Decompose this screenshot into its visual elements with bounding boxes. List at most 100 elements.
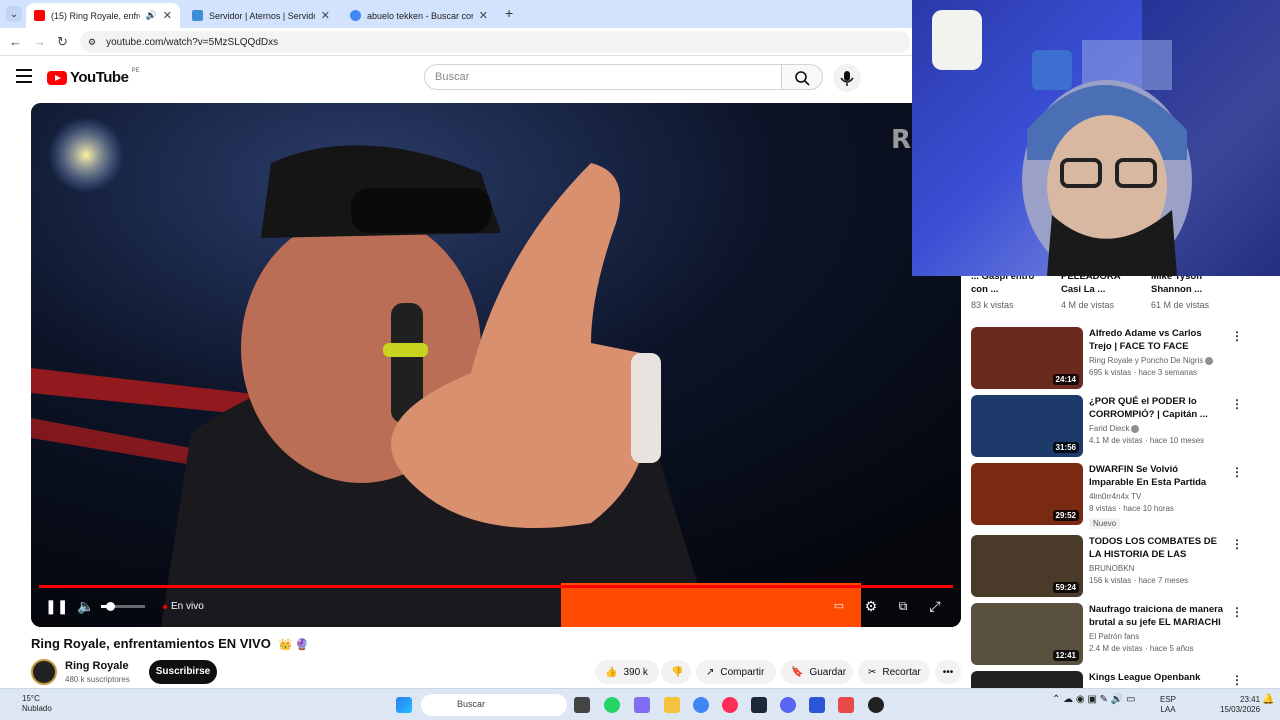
more-options-icon[interactable]: ⋮ xyxy=(1231,397,1243,411)
video-thumbnail[interactable] xyxy=(971,671,1083,688)
search-input[interactable]: Buscar xyxy=(424,64,782,90)
whatsapp-icon[interactable] xyxy=(604,697,620,713)
verified-icon xyxy=(1131,424,1140,433)
recommendation-title[interactable]: Naufrago traiciona de manera brutal a su… xyxy=(1089,603,1224,629)
recommendation-channel[interactable]: BRUNOBKN xyxy=(1089,564,1224,573)
opera-icon[interactable] xyxy=(722,697,738,713)
start-icon[interactable] xyxy=(396,697,412,713)
recommendation-card[interactable]: 31:56 ¿POR QUÉ el PODER lo CORROMPIÓ? | … xyxy=(971,395,1251,459)
file-explorer-icon[interactable] xyxy=(664,697,680,713)
share-icon: ↗ xyxy=(706,666,715,678)
more-options-icon[interactable]: ⋮ xyxy=(1231,465,1243,479)
text-app-icon[interactable] xyxy=(838,697,854,713)
reload-icon[interactable]: ↻ xyxy=(57,34,68,50)
video-thumbnail[interactable]: 24:14 xyxy=(971,327,1083,389)
clip-button[interactable]: ✂ Recortar xyxy=(858,660,930,684)
short-item[interactable]: ... Gaspi entró con ... 83 k vistas xyxy=(971,270,1051,310)
tab-aternos[interactable]: Servidor | Aternos | Servidor de ✕ xyxy=(184,3,338,28)
duration-badge: 59:24 xyxy=(1052,582,1079,593)
recording-app-icon[interactable] xyxy=(868,697,884,713)
recommendation-channel[interactable]: 4lm0rr4n4x TV xyxy=(1089,492,1224,501)
subscribe-button[interactable]: Suscribirse xyxy=(149,660,217,684)
subtitles-icon[interactable]: ▭ xyxy=(831,598,847,614)
share-button[interactable]: ↗ Compartir xyxy=(696,660,776,684)
back-icon[interactable]: ← xyxy=(9,34,22,49)
pause-icon[interactable]: ❚❚ xyxy=(45,598,68,614)
recommendation-title[interactable]: TODOS LOS COMBATES DE LA HISTORIA DE LAS… xyxy=(1089,535,1224,561)
voice-search-button[interactable] xyxy=(833,64,861,92)
dislike-button[interactable]: 👎 xyxy=(661,660,691,684)
channel-name[interactable]: Ring Royale xyxy=(65,660,129,672)
weather-widget[interactable]: 15°C Nublado xyxy=(22,694,52,714)
chrome-icon[interactable] xyxy=(693,697,709,713)
logo-text: YouTube xyxy=(70,69,129,86)
progress-bar[interactable] xyxy=(39,585,953,588)
volume-icon[interactable]: 🔈 xyxy=(77,598,94,614)
video-thumbnail[interactable]: 12:41 xyxy=(971,603,1083,665)
close-tab-icon[interactable]: ✕ xyxy=(163,9,172,22)
miniplayer-icon[interactable]: ⧉ xyxy=(895,598,911,614)
video-player[interactable]: R ❚❚ 🔈 En vivo ▭ ⚙ ⧉ ⤢ xyxy=(31,103,961,627)
recommendation-card[interactable]: 59:24 TODOS LOS COMBATES DE LA HISTORIA … xyxy=(971,535,1251,599)
tray-icons[interactable]: ⌃ ☁ ◉ ▣ ✎ 🔊 ▭ xyxy=(1052,695,1136,705)
site-info-icon[interactable]: ⚙ xyxy=(88,37,96,48)
recommendation-card[interactable]: 12:41 Naufrago traiciona de manera bruta… xyxy=(971,603,1251,667)
subscriber-count: 480 k suscriptores xyxy=(65,675,130,684)
task-view-icon[interactable] xyxy=(574,697,590,713)
volume-slider[interactable] xyxy=(101,602,145,611)
url-field[interactable]: ⚙ youtube.com/watch?v=5MzSLQQdDxs xyxy=(80,31,910,53)
notifications-icon[interactable]: 🔔 xyxy=(1262,695,1274,705)
recommendation-card[interactable]: 29:52 DWARFIN Se Volvió Imparable En Est… xyxy=(971,463,1251,529)
share-label: Compartir xyxy=(720,666,765,678)
forward-icon[interactable]: → xyxy=(33,34,46,49)
like-count: 390 k xyxy=(623,666,648,678)
copilot-icon[interactable] xyxy=(634,697,650,713)
recommendation-card[interactable]: Kings League Openbank ⋮ xyxy=(971,671,1251,688)
recommendation-channel[interactable]: Ring Royale y Poncho De Nigris xyxy=(1089,356,1203,365)
tab-title: abuelo tekken - Buscar con Goo xyxy=(367,10,473,21)
short-item[interactable]: Mike Tyson Shannon ... 61 M de vistas xyxy=(1151,270,1231,310)
tab-google[interactable]: abuelo tekken - Buscar con Goo ✕ xyxy=(342,3,496,28)
short-item[interactable]: PELEADORA Casi La ... 4 M de vistas xyxy=(1061,270,1141,310)
steam-icon[interactable] xyxy=(751,697,767,713)
search-button[interactable] xyxy=(781,64,823,90)
video-thumbnail[interactable]: 29:52 xyxy=(971,463,1083,525)
recommendation-title[interactable]: Kings League Openbank xyxy=(1089,671,1224,684)
recommendation-card[interactable]: 24:14 Alfredo Adame vs Carlos Trejo | FA… xyxy=(971,327,1251,391)
keyboard-layout: LAA xyxy=(1160,705,1176,714)
video-thumbnail[interactable]: 59:24 xyxy=(971,535,1083,597)
app-icon[interactable] xyxy=(809,697,825,713)
webcam-overlay xyxy=(912,0,1280,276)
save-button[interactable]: 🔖 Guardar xyxy=(781,660,853,684)
recommendation-channel[interactable]: El Patrón fans xyxy=(1089,632,1224,641)
more-options-icon[interactable]: ⋮ xyxy=(1231,673,1243,687)
video-thumbnail[interactable]: 31:56 xyxy=(971,395,1083,457)
more-options-icon[interactable]: ⋮ xyxy=(1231,537,1243,551)
recommendation-title[interactable]: Alfredo Adame vs Carlos Trejo | FACE TO … xyxy=(1089,327,1224,353)
language-indicator[interactable]: ESP LAA xyxy=(1160,695,1176,715)
recommendation-title[interactable]: DWARFIN Se Volvió Imparable En Esta Part… xyxy=(1089,463,1224,489)
menu-icon[interactable] xyxy=(16,69,32,83)
settings-icon[interactable]: ⚙ xyxy=(863,598,879,614)
more-options-icon[interactable]: ⋮ xyxy=(1231,329,1243,343)
short-views: 61 M de vistas xyxy=(1151,300,1210,310)
clock[interactable]: 23:41 15/03/2026 xyxy=(1220,695,1260,715)
tab-search-icon[interactable]: ⌄ xyxy=(6,6,22,22)
channel-avatar[interactable] xyxy=(31,659,57,685)
taskbar-search[interactable]: Buscar xyxy=(421,694,567,716)
address-bar-row: ← → ↻ ⚙ youtube.com/watch?v=5MzSLQQdDxs xyxy=(0,28,912,56)
live-badge[interactable]: En vivo xyxy=(163,601,204,612)
more-options-icon[interactable]: ⋮ xyxy=(1231,605,1243,619)
recommendation-channel[interactable]: Farid Dieck xyxy=(1089,424,1129,433)
discord-icon[interactable] xyxy=(780,697,796,713)
weather-temp: 15°C xyxy=(22,694,40,703)
tab-youtube[interactable]: (15) Ring Royale, enfrentam 🔊 ✕ xyxy=(26,3,180,28)
new-tab-button[interactable]: + xyxy=(505,5,513,21)
close-tab-icon[interactable]: ✕ xyxy=(479,9,488,22)
more-actions-button[interactable]: ••• xyxy=(935,660,961,684)
close-tab-icon[interactable]: ✕ xyxy=(321,9,330,22)
like-button[interactable]: 👍 390 k xyxy=(595,660,659,684)
recommendation-title[interactable]: ¿POR QUÉ el PODER lo CORROMPIÓ? | Capitá… xyxy=(1089,395,1224,421)
youtube-logo[interactable]: YouTube PE xyxy=(47,68,139,86)
fullscreen-icon[interactable]: ⤢ xyxy=(927,598,943,614)
